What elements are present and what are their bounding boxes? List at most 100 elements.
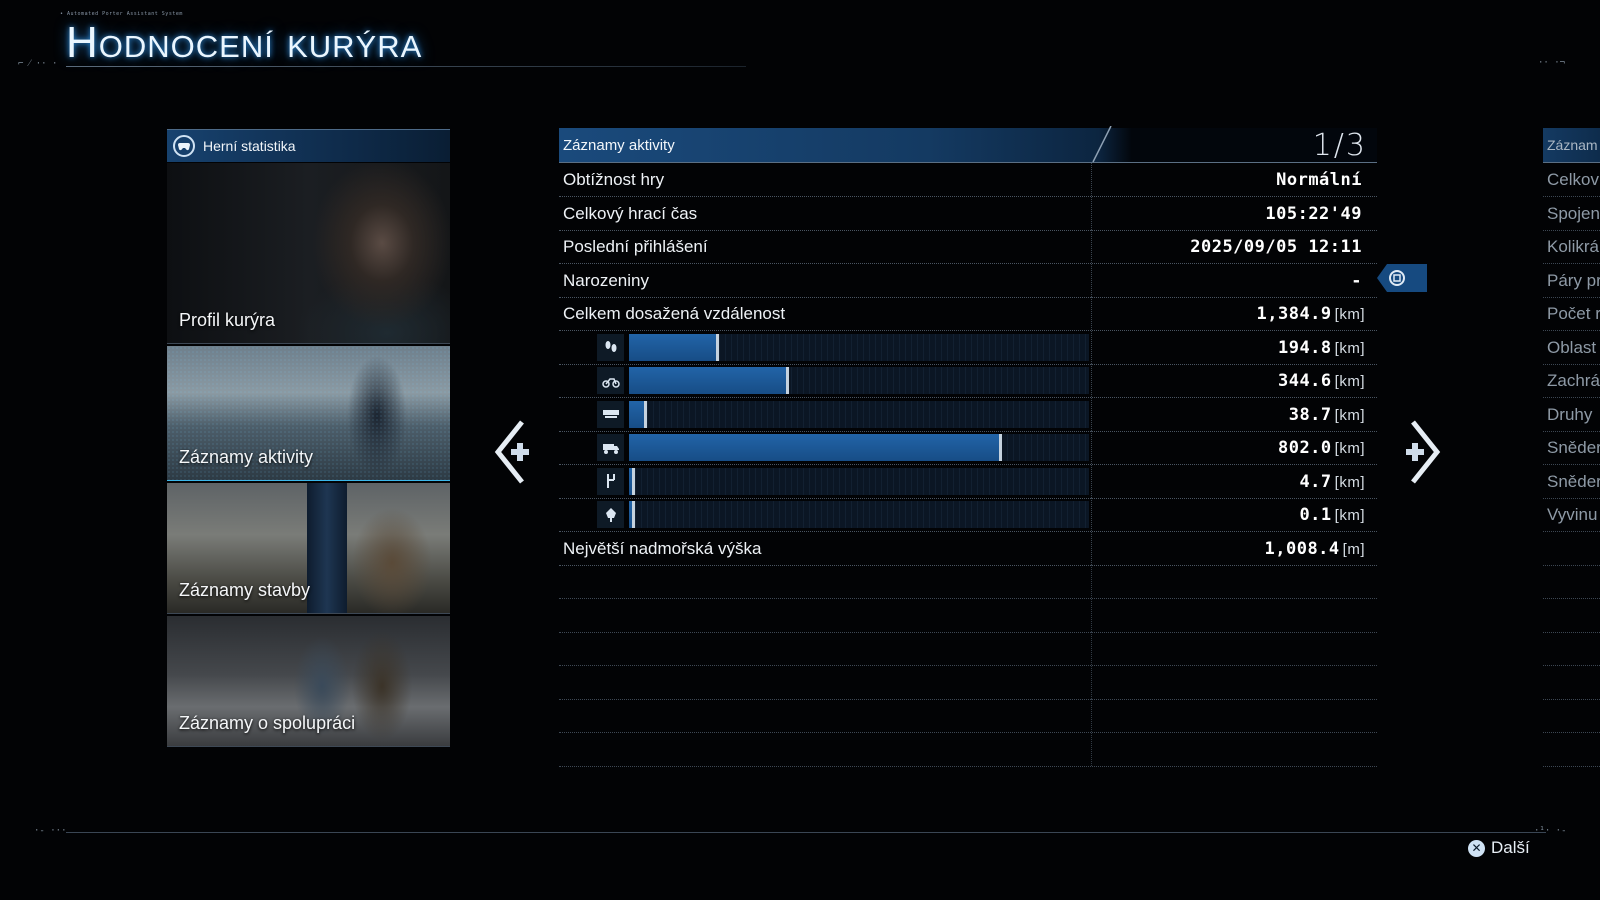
peek-row	[1543, 666, 1600, 700]
header-slash-decoration	[1092, 126, 1112, 163]
distance-bar-fill	[629, 434, 1002, 461]
dpad-right-icon	[1406, 443, 1424, 461]
peek-row	[1543, 599, 1600, 633]
column-separator	[1091, 364, 1093, 397]
distance-bar-track	[629, 333, 1089, 361]
peek-row-label: Druhy	[1547, 404, 1593, 424]
peek-row-label: Sněder	[1547, 438, 1600, 457]
peek-row: Kolikrá	[1543, 230, 1600, 264]
next-page-arrow[interactable]	[1403, 420, 1443, 484]
game-stats-label: Herní statistika	[203, 138, 296, 154]
peek-row	[1543, 632, 1600, 666]
stat-unit: [km]	[1334, 473, 1365, 491]
stat-row: Narozeniny -	[559, 263, 1377, 298]
distance-bar-fill	[629, 467, 635, 495]
peek-row-label: Oblast	[1547, 337, 1597, 357]
page-title: Hodnocení kurýra	[66, 18, 423, 67]
peek-row	[1543, 699, 1600, 733]
card-construction-records[interactable]: Záznamy stavby	[167, 483, 450, 614]
system-caption: • Automated Porter Assistant System	[60, 11, 183, 17]
distance-bar-fill	[629, 367, 790, 394]
peek-row: Vyvinu	[1543, 498, 1600, 532]
floating-carrier-icon	[597, 400, 624, 428]
column-separator	[1091, 431, 1093, 464]
empty-row	[559, 565, 1377, 599]
peek-row	[1543, 733, 1600, 767]
stat-unit: [km]	[1334, 507, 1365, 524]
activity-records-header: Záznamy aktivity 1/3	[559, 126, 1377, 163]
card-courier-profile[interactable]: Profil kurýra	[167, 163, 450, 344]
column-separator	[1091, 230, 1093, 263]
peek-row: Druhy	[1543, 398, 1600, 432]
peek-row: Počet r	[1543, 297, 1600, 331]
footer-marker-right: ·¹· ·-	[1534, 826, 1567, 836]
stat-row: Největší nadmořská výška 1,008.4 [m]	[559, 531, 1377, 566]
jetpack-icon	[597, 501, 624, 528]
gamepad-icon	[173, 135, 195, 157]
stat-unit: [km]	[1334, 373, 1365, 390]
birthday-edit-button[interactable]	[1377, 264, 1427, 292]
stat-value-text: Normální	[1276, 170, 1362, 190]
stat-value-text: 802.0	[1277, 438, 1332, 458]
card-label: Záznamy o spolupráci	[179, 713, 356, 733]
next-panel-peek-header: Záznam	[1543, 128, 1600, 163]
stat-row: Obtížnost hry Normální	[559, 163, 1377, 197]
peek-row-label: Celkov	[1547, 170, 1599, 189]
stat-value-text: 105:22'49	[1265, 203, 1362, 224]
peek-row: Spojen	[1543, 197, 1600, 231]
stat-value: Normální	[1276, 170, 1365, 190]
empty-row	[559, 632, 1377, 666]
stat-value: 1,384.9 [km]	[1257, 304, 1366, 324]
footer-divider	[66, 832, 1546, 833]
motorbike-icon	[597, 367, 624, 394]
card-cooperation-records[interactable]: Záznamy o spolupráci	[167, 616, 450, 747]
stat-value: 4.7 [km]	[1299, 472, 1365, 492]
column-separator	[1091, 498, 1093, 531]
peek-row-label: Sněder	[1547, 471, 1600, 491]
stat-unit: [m]	[1342, 540, 1365, 558]
column-separator	[1091, 531, 1093, 565]
stat-value: 38.7 [km]	[1289, 405, 1365, 425]
stat-label: Celkem dosažená vzdálenost	[563, 304, 786, 323]
column-separator	[1091, 632, 1093, 665]
next-button-label: Další	[1491, 838, 1530, 857]
empty-row	[559, 665, 1377, 700]
column-separator	[1091, 699, 1093, 732]
distance-bar-row: 344.6 [km]	[559, 364, 1377, 398]
distance-bar-track	[629, 434, 1089, 461]
distance-bar-row: 194.8 [km]	[559, 330, 1377, 365]
stat-label: Obtížnost hry	[563, 170, 665, 189]
peek-row-label: Kolikrá	[1547, 237, 1599, 256]
stat-value-text: 0.1	[1299, 505, 1332, 525]
stat-unit: [km]	[1334, 406, 1365, 424]
stat-value: 1,008.4 [m]	[1265, 539, 1366, 559]
zipline-icon	[597, 467, 624, 495]
peek-row-label: Páry pr	[1547, 270, 1600, 290]
stat-label: Poslední přihlášení	[563, 237, 708, 256]
game-stats-header: Herní statistika	[167, 129, 450, 162]
empty-row	[559, 598, 1377, 633]
distance-bar-row: 0.1 [km]	[559, 498, 1377, 532]
stat-value-text: 194.8	[1277, 337, 1332, 358]
peek-row: Sněder	[1543, 465, 1600, 499]
previous-page-arrow[interactable]	[492, 420, 532, 484]
stat-value-text: -	[1351, 270, 1362, 291]
empty-row	[559, 699, 1377, 733]
corner-marker-left: ⌐ ⁄ ·· ·	[18, 59, 58, 69]
card-label: Profil kurýra	[179, 310, 276, 330]
header-divider	[66, 66, 746, 67]
peek-row	[1543, 565, 1600, 599]
column-separator	[1091, 297, 1093, 330]
column-separator	[1091, 330, 1093, 364]
stat-label: Celkový hrací čas	[563, 203, 698, 223]
stat-value: 194.8 [km]	[1278, 338, 1365, 358]
column-separator	[1091, 196, 1093, 230]
next-button[interactable]: ✕ Další	[1468, 838, 1530, 858]
stat-value-text: 344.6	[1277, 371, 1332, 391]
footer-marker-left: ·- ···	[34, 826, 67, 836]
footsteps-icon	[597, 333, 624, 361]
peek-row: Páry pr	[1543, 264, 1600, 298]
peek-row-label: Počet r	[1547, 304, 1600, 323]
stat-unit: [km]	[1334, 339, 1365, 357]
card-activity-records[interactable]: Záznamy aktivity	[167, 346, 450, 481]
